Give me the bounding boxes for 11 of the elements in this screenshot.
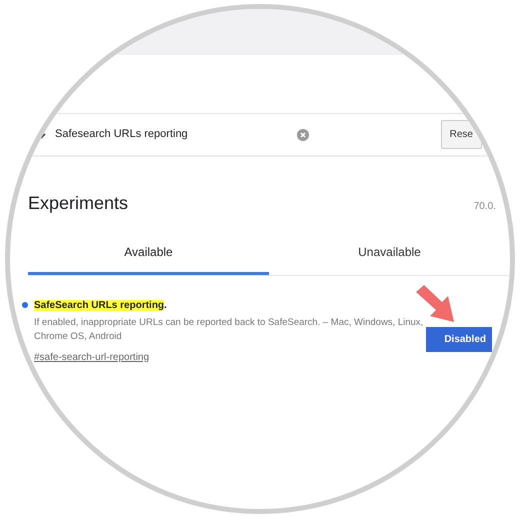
reset-button[interactable]: Rese <box>440 120 482 149</box>
search-field[interactable]: Safesearch URLs reporting <box>49 126 299 143</box>
tab[interactable]: Available <box>28 232 269 275</box>
page-heading: Experiments <box>28 193 128 215</box>
version-text: 70.0. <box>474 200 496 214</box>
clear-icon[interactable] <box>297 128 309 140</box>
flag-state-button[interactable]: Disabled <box>426 326 492 352</box>
flag-description: If enabled, inappropriate URLs can be reported back to SafeSearch. – Mac, Windows, Linux, Chrome OS, Android <box>34 316 424 344</box>
flag-link[interactable]: #safe-search-url-reporting <box>34 352 150 363</box>
flag-title: SafeSearch URLs reporting. <box>34 298 168 313</box>
tab[interactable]: Unavailable <box>269 232 510 275</box>
